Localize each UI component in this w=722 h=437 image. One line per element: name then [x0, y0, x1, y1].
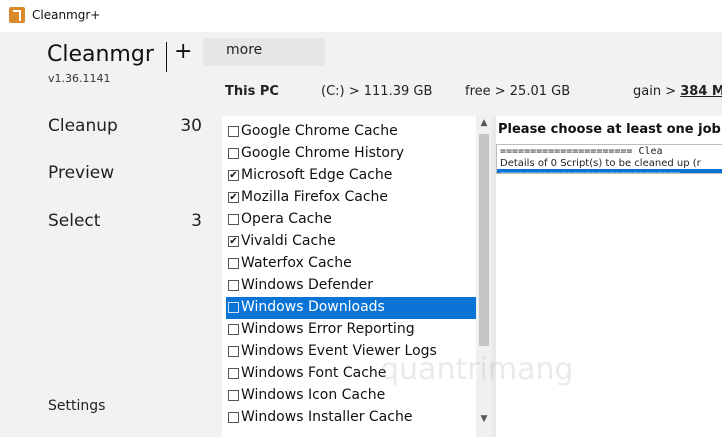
list-item-label: Mozilla Firefox Cache: [241, 189, 389, 205]
log-output[interactable]: ====================== Clea Details of 0…: [496, 144, 722, 174]
nav-item-select[interactable]: Select 3: [48, 211, 208, 231]
scroll-thumb[interactable]: [479, 134, 489, 346]
title-divider: [166, 42, 167, 72]
list-item[interactable]: Google Chrome Cache: [226, 121, 476, 143]
list-item-label: Windows Icon Cache: [241, 387, 386, 403]
list-item-label: Windows Error Reporting: [241, 321, 415, 337]
app-icon: [9, 7, 25, 23]
scroll-down-icon[interactable]: ▼: [476, 414, 492, 426]
nav-item-preview[interactable]: Preview: [48, 163, 208, 183]
cleanup-list: Google Chrome Cache Google Chrome History…: [222, 116, 492, 437]
checkbox[interactable]: [228, 214, 239, 225]
list-item-label: Windows Defender: [241, 277, 374, 293]
list-item[interactable]: Windows Icon Cache: [226, 385, 476, 407]
settings-link[interactable]: Settings: [48, 398, 105, 414]
log-line: ====================== Clea: [500, 146, 663, 157]
list-item-label: Windows Event Viewer Logs: [241, 343, 437, 359]
list-item-label: Waterfox Cache: [241, 255, 352, 271]
list-item[interactable]: Windows Event Viewer Logs: [226, 341, 476, 363]
gain-readout: gain > 384 M: [633, 84, 722, 99]
list-item-label: Windows Downloads: [241, 299, 385, 315]
checkbox[interactable]: ✔: [228, 236, 239, 247]
nav-item-cleanup[interactable]: Cleanup 30: [48, 116, 208, 136]
checkbox[interactable]: [228, 302, 239, 313]
list-item-label: Windows Installer Cache: [241, 409, 413, 425]
gain-value: 384 M: [680, 84, 722, 99]
tab-more[interactable]: more: [203, 38, 325, 66]
list-item[interactable]: ✔ Mozilla Firefox Cache: [226, 187, 476, 209]
list-item-label: Vivaldi Cache: [241, 233, 336, 249]
checkbox[interactable]: ✔: [228, 170, 239, 181]
status-bar: This PC (C:) > 111.39 GB free > 25.01 GB…: [222, 66, 722, 116]
drive-size: (C:) > 111.39 GB: [321, 84, 433, 99]
list-scrollbar[interactable]: ▲ ▼: [476, 116, 492, 437]
window-title: Cleanmgr+: [32, 8, 101, 22]
checkbox[interactable]: [228, 126, 239, 137]
pc-label: This PC: [225, 84, 279, 99]
list-item-label: Microsoft Edge Cache: [241, 167, 393, 183]
list-item[interactable]: Google Chrome History: [226, 143, 476, 165]
list-item[interactable]: Opera Cache: [226, 209, 476, 231]
list-item[interactable]: Windows Installer Cache: [226, 407, 476, 429]
list-item-label: Google Chrome History: [241, 145, 404, 161]
nav-item-label: Cleanup: [48, 116, 118, 136]
checkbox[interactable]: [228, 280, 239, 291]
list-item-label: Google Chrome Cache: [241, 123, 398, 139]
list-item[interactable]: Windows Defender: [226, 275, 476, 297]
list-item[interactable]: Windows Error Reporting: [226, 319, 476, 341]
nav-item-count: 30: [180, 116, 202, 136]
checkbox[interactable]: [228, 324, 239, 335]
list-item-label: Windows Font Cache: [241, 365, 387, 381]
tab-more-label: more: [226, 42, 263, 58]
checkbox[interactable]: [228, 368, 239, 379]
scroll-up-icon[interactable]: ▲: [476, 118, 492, 130]
log-heading: Please choose at least one job an: [498, 122, 722, 137]
checkbox[interactable]: ✔: [228, 192, 239, 203]
nav-item-label: Preview: [48, 163, 115, 183]
nav-item-count: 3: [191, 211, 202, 231]
add-tab-button[interactable]: +: [174, 40, 192, 64]
log-line-selected[interactable]: ==============================: [497, 169, 722, 173]
checkbox[interactable]: [228, 390, 239, 401]
list-item[interactable]: Waterfox Cache: [226, 253, 476, 275]
version-label: v1.36.1141: [48, 72, 111, 85]
checkbox[interactable]: [228, 258, 239, 269]
log-pane: Please choose at least one job an ======…: [496, 116, 722, 437]
log-line: Details of 0 Script(s) to be cleaned up …: [500, 158, 701, 169]
checkbox[interactable]: [228, 412, 239, 423]
list-item[interactable]: Windows Downloads: [226, 297, 476, 319]
list-item-label: Opera Cache: [241, 211, 332, 227]
list-item[interactable]: Windows Font Cache: [226, 363, 476, 385]
title-bar: Cleanmgr+: [0, 0, 722, 32]
nav-item-label: Select: [48, 211, 101, 231]
list-item[interactable]: ✔ Microsoft Edge Cache: [226, 165, 476, 187]
list-item[interactable]: ✔ Vivaldi Cache: [226, 231, 476, 253]
checkbox[interactable]: [228, 148, 239, 159]
free-space: free > 25.01 GB: [465, 84, 571, 99]
checkbox[interactable]: [228, 346, 239, 357]
app-name: Cleanmgr: [47, 42, 154, 67]
sidebar: Cleanmgr + v1.36.1141 Cleanup 30 Preview…: [0, 32, 222, 437]
